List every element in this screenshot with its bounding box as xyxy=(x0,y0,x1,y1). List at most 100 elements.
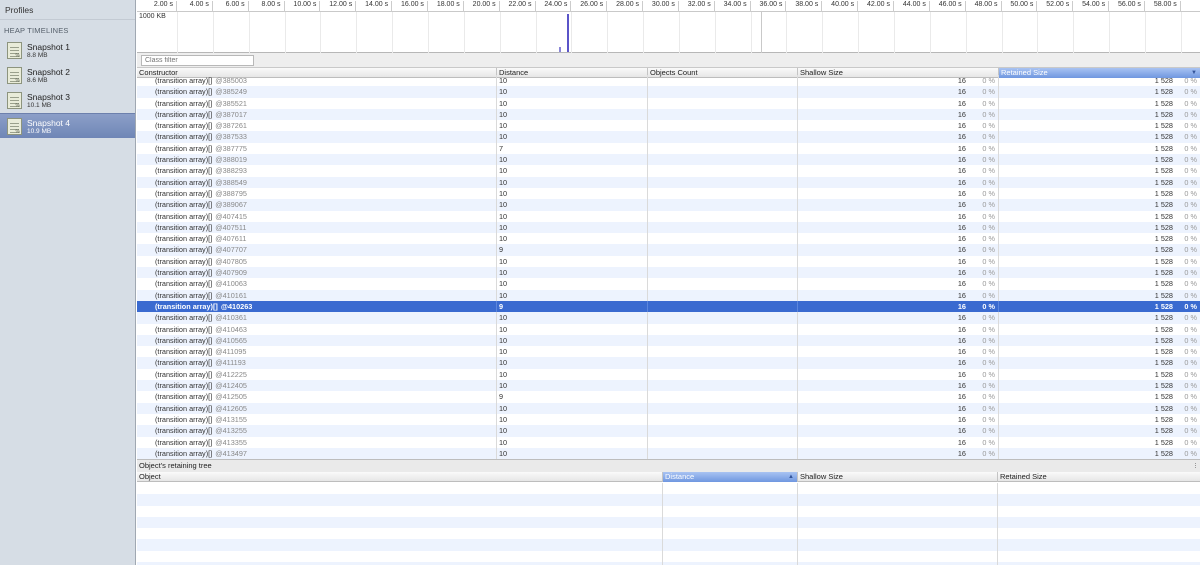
table-row[interactable]: (transition array)[] @410565 10 16 0 % 1 528 0… xyxy=(137,334,1200,347)
objects-count-cell xyxy=(648,334,798,347)
objects-count-cell xyxy=(648,154,798,166)
objects-count-cell xyxy=(648,176,798,188)
table-row[interactable]: (transition array)[] @388795 10 16 0 % 1 528 0… xyxy=(137,187,1200,200)
table-row[interactable]: (transition array)[] @413355 10 16 0 % 1 528 0… xyxy=(137,436,1200,448)
shallow-size-cell: 16 0 % xyxy=(798,413,999,426)
table-row[interactable]: (transition array)[] @388293 10 16 0 % 1 528 0… xyxy=(137,165,1200,177)
constructor-cell: (transition array)[] @410063 xyxy=(137,278,497,290)
table-row[interactable]: (transition array)[] @413155 10 16 0 % 1 528 0… xyxy=(137,413,1200,426)
snapshot-item[interactable]: Snapshot 28.6 MB xyxy=(0,63,135,88)
retained-size-cell: 1 528 0 % xyxy=(999,324,1200,335)
table-row[interactable]: (transition array)[] @412505 9 16 0 % 1 528 0 … xyxy=(137,391,1200,403)
retained-size-value: 1 528 xyxy=(1154,166,1173,176)
constructor-cell: (transition array)[] @410361 xyxy=(137,312,497,324)
distance-cell: 10 xyxy=(497,154,648,166)
snapshot-name: Snapshot 2 xyxy=(27,67,71,77)
shallow-size-value: 16 xyxy=(957,358,966,368)
snapshot-item[interactable]: Snapshot 310.1 MB xyxy=(0,88,135,113)
shallow-size-percent: 0 % xyxy=(982,256,995,266)
table-row[interactable]: (transition array)[] @410161 10 16 0 % 1 528 0… xyxy=(137,289,1200,301)
retained-size-cell: 1 528 0 % xyxy=(999,177,1200,188)
column-header-object[interactable]: Object xyxy=(137,472,663,482)
table-row[interactable]: (transition array)[] @407805 10 16 0 % 1 528 0… xyxy=(137,255,1200,268)
distance-cell: 10 xyxy=(497,436,648,448)
column-header-retaining-distance[interactable]: Distance ▲ xyxy=(663,472,798,482)
retained-size-percent: 0 % xyxy=(1184,256,1197,266)
table-row[interactable]: (transition array)[] @410361 10 16 0 % 1 528 0… xyxy=(137,312,1200,324)
distance-cell: 10 xyxy=(497,131,648,143)
retained-size-cell: 1 528 0 % xyxy=(999,380,1200,391)
table-row[interactable]: (transition array)[] @387017 10 16 0 % 1 528 0… xyxy=(137,108,1200,121)
class-filter-input[interactable] xyxy=(141,55,254,66)
retained-size-value: 1 528 xyxy=(1154,301,1173,311)
table-row[interactable]: (transition array)[] @407909 10 16 0 % 1 528 0… xyxy=(137,267,1200,279)
distance-cell: 10 xyxy=(497,289,648,301)
distance-cell xyxy=(663,494,798,506)
constructor-name: (transition array)[] xyxy=(155,109,213,119)
table-row[interactable]: (transition array)[] @388019 10 16 0 % 1 528 0… xyxy=(137,154,1200,166)
table-row[interactable]: (transition array)[] @411095 10 16 0 % 1 528 0… xyxy=(137,346,1200,358)
distance-cell: 10 xyxy=(497,255,648,268)
shallow-size-percent: 0 % xyxy=(982,347,995,357)
table-row[interactable]: (transition array)[] @412405 10 16 0 % 1 528 0… xyxy=(137,380,1200,392)
table-row[interactable]: (transition array)[] @407611 10 16 0 % 1 528 0… xyxy=(137,233,1200,245)
constructor-cell: (transition array)[] @407611 xyxy=(137,233,497,245)
retained-size-cell: 1 528 0 % xyxy=(999,75,1200,86)
shallow-size-value: 16 xyxy=(957,301,966,311)
object-id: @413155 xyxy=(215,414,247,424)
constructor-cell: (transition array)[] @407707 xyxy=(137,244,497,256)
timeline-tick-label: 28.00 s xyxy=(609,1,644,12)
shallow-size-percent: 0 % xyxy=(982,211,995,221)
table-row[interactable]: (transition array)[] @407415 10 16 0 % 1 528 0… xyxy=(137,210,1200,222)
column-header-retaining-retained-size[interactable]: Retained Size xyxy=(998,472,1200,482)
table-row[interactable]: (transition array)[] @387533 10 16 0 % 1 528 0… xyxy=(137,131,1200,143)
constructor-cell: (transition array)[] @412505 xyxy=(137,391,497,403)
constructor-name: (transition array)[] xyxy=(155,369,213,379)
table-row[interactable]: (transition array)[] @412605 10 16 0 % 1 528 0… xyxy=(137,402,1200,414)
table-row[interactable]: (transition array)[] @412225 10 16 0 % 1 528 0… xyxy=(137,368,1200,381)
timeline-overview[interactable]: 1000 KB xyxy=(137,12,1200,53)
table-row[interactable]: (transition array)[] @411193 10 16 0 % 1 528 0… xyxy=(137,357,1200,369)
table-row[interactable]: (transition array)[] @410063 10 16 0 % 1 528 0… xyxy=(137,278,1200,290)
table-row[interactable]: (transition array)[] @410263 9 16 0 % 1 528 0 … xyxy=(137,300,1200,313)
shallow-size-percent: 0 % xyxy=(982,188,995,198)
table-row[interactable]: (transition array)[] @385249 10 16 0 % 1 528 0… xyxy=(137,86,1200,98)
table-row[interactable]: (transition array)[] @407511 10 16 0 % 1 528 0… xyxy=(137,221,1200,234)
timeline-tick-label: 52.00 s xyxy=(1039,1,1074,12)
retained-size-cell: 1 528 0 % xyxy=(999,290,1200,301)
snapshot-item[interactable]: Snapshot 410.9 MB xyxy=(0,113,135,138)
table-row[interactable]: (transition array)[] @388549 10 16 0 % 1 528 0… xyxy=(137,176,1200,188)
timeline-tick-label: 56.00 s xyxy=(1111,1,1145,12)
retained-size-cell: 1 528 0 % xyxy=(999,369,1200,380)
resize-grip-icon[interactable] xyxy=(1195,463,1199,468)
object-id: @412225 xyxy=(215,369,247,379)
shallow-size-cell: 16 0 % xyxy=(798,108,999,121)
constructor-name: (transition array)[] xyxy=(155,448,213,458)
table-row[interactable]: (transition array)[] @385003 10 16 0 % 1 528 0… xyxy=(137,75,1200,87)
shallow-size-cell: 16 0 % xyxy=(798,154,999,166)
table-row[interactable]: (transition array)[] @407707 9 16 0 % 1 528 0 … xyxy=(137,244,1200,256)
objects-count-cell xyxy=(648,86,798,98)
snapshot-item[interactable]: Snapshot 18.8 MB xyxy=(0,38,135,63)
table-row[interactable]: (transition array)[] @385521 10 16 0 % 1 528 0… xyxy=(137,97,1200,109)
retained-size-value: 1 528 xyxy=(1154,200,1173,210)
table-row[interactable]: (transition array)[] @410463 10 16 0 % 1 528 0… xyxy=(137,323,1200,335)
object-id: @388795 xyxy=(215,188,247,198)
table-row[interactable]: (transition array)[] @413497 10 16 0 % 1 528 0… xyxy=(137,447,1200,459)
shallow-size-percent: 0 % xyxy=(982,335,995,345)
table-row[interactable]: (transition array)[] @389067 10 16 0 % 1 528 0… xyxy=(137,199,1200,211)
table-row[interactable]: (transition array)[] @387261 10 16 0 % 1 528 0… xyxy=(137,120,1200,132)
constructor-cell: (transition array)[] @388293 xyxy=(137,165,497,177)
retaining-row xyxy=(137,483,1200,495)
retained-size-percent: 0 % xyxy=(1184,245,1197,255)
shallow-size-cell xyxy=(798,528,998,540)
column-header-retaining-shallow-size[interactable]: Shallow Size xyxy=(798,472,998,482)
table-row[interactable]: (transition array)[] @413255 10 16 0 % 1 528 0… xyxy=(137,425,1200,437)
shallow-size-cell: 16 0 % xyxy=(798,368,999,381)
table-row[interactable]: (transition array)[] @387775 7 16 0 % 1 528 0 … xyxy=(137,142,1200,155)
retained-size-cell: 1 528 0 % xyxy=(999,86,1200,97)
timeline-grid-line xyxy=(284,12,286,53)
objects-count-cell xyxy=(648,357,798,369)
timeline-tick-label: 16.00 s xyxy=(394,1,428,12)
constructor-cell: (transition array)[] @410161 xyxy=(137,289,497,301)
